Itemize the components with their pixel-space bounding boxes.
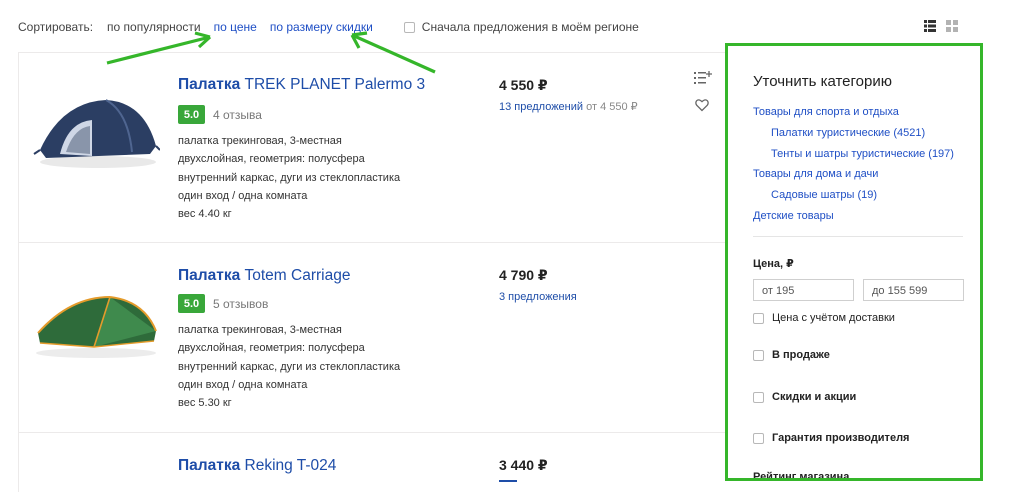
- product-image[interactable]: [32, 287, 160, 367]
- panel-title: Уточнить категорию: [753, 73, 892, 90]
- shop-rating-title: Рейтинг магазина: [753, 471, 850, 481]
- region-checkbox-label: Сначала предложения в моём регионе: [421, 20, 639, 34]
- category-link[interactable]: Садовые шатры (19): [771, 189, 877, 201]
- divider: [753, 236, 963, 237]
- reviews-link[interactable]: 4 отзыва: [213, 108, 262, 122]
- product-card: Палатка Reking T-024 3 440 ₽: [18, 433, 728, 485]
- sort-by-price[interactable]: по цене: [214, 20, 257, 34]
- product-card: Палатка TREK PLANET Palermo 3 5.0 4 отзы…: [18, 52, 728, 242]
- discounts-filter[interactable]: Скидки и акции: [753, 391, 856, 403]
- checkbox[interactable]: [753, 349, 764, 361]
- sort-by-popularity[interactable]: по популярности: [107, 20, 201, 34]
- checkbox[interactable]: [753, 312, 764, 324]
- rating-badge: 5.0: [178, 105, 205, 124]
- product-price: 3 440 ₽: [499, 457, 548, 473]
- product-image[interactable]: [32, 92, 160, 172]
- heart-icon[interactable]: [695, 98, 709, 112]
- category-filter-panel: Уточнить категорию Товары для спорта и о…: [725, 43, 983, 481]
- grid-view-icon[interactable]: [946, 20, 958, 32]
- product-price: 4 790 ₽: [499, 267, 548, 283]
- sort-by-discount[interactable]: по размеру скидки: [270, 20, 373, 34]
- category-link[interactable]: Товары для дома и дачи: [753, 168, 878, 180]
- rating-badge: 5.0: [178, 294, 205, 313]
- sort-bar: Сортировать: по популярности по цене по …: [18, 18, 639, 36]
- region-first-toggle[interactable]: Сначала предложения в моём регионе: [403, 20, 639, 34]
- product-title[interactable]: Палатка Totem Carriage: [178, 267, 350, 285]
- product-specs: палатка трекинговая, 3-местная двухслойна…: [178, 135, 401, 221]
- warranty-filter[interactable]: Гарантия производителя: [753, 432, 909, 444]
- category-link[interactable]: Тенты и шатры туристические (197): [771, 148, 954, 160]
- on-sale-filter[interactable]: В продаже: [753, 349, 830, 361]
- checkbox[interactable]: [753, 432, 764, 444]
- compare-icon[interactable]: [694, 70, 712, 86]
- offers-link-fragment: [499, 480, 517, 482]
- category-link[interactable]: Детские товары: [753, 210, 834, 222]
- list-view-icon[interactable]: [924, 20, 936, 32]
- product-card: Палатка Totem Carriage 5.0 5 отзывов пал…: [18, 243, 728, 432]
- region-checkbox[interactable]: [403, 21, 415, 33]
- checkbox[interactable]: [753, 391, 764, 403]
- offers-link[interactable]: 3 предложения: [499, 291, 577, 303]
- delivery-price-filter[interactable]: Цена с учётом доставки: [753, 312, 895, 324]
- reviews-link[interactable]: 5 отзывов: [213, 297, 268, 311]
- product-title[interactable]: Палатка TREK PLANET Palermo 3: [178, 76, 425, 94]
- product-title[interactable]: Палатка Reking T-024: [178, 457, 336, 475]
- price-from-input[interactable]: от 195: [753, 279, 854, 301]
- product-price: 4 550 ₽: [499, 77, 548, 93]
- price-filter-title: Цена, ₽: [753, 258, 794, 270]
- category-link[interactable]: Товары для спорта и отдыха: [753, 106, 899, 118]
- sort-label: Сортировать:: [18, 20, 94, 34]
- category-link[interactable]: Палатки туристические (4521): [771, 127, 925, 139]
- price-to-input[interactable]: до 155 599: [863, 279, 964, 301]
- offers-link[interactable]: 13 предложений от 4 550 ₽: [499, 100, 638, 113]
- product-specs: палатка трекинговая, 3-местная двухслойна…: [178, 324, 401, 410]
